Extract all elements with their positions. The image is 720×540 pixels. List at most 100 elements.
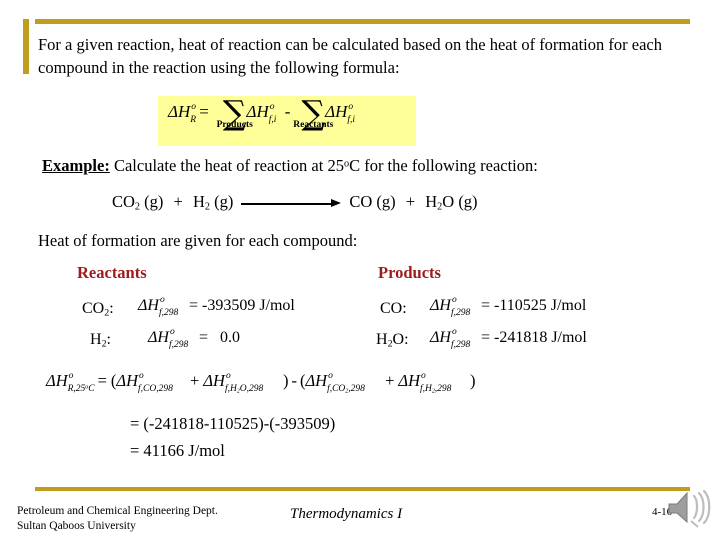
reactants-column-header: Reactants [77, 263, 147, 282]
result-line-1: = (-241818-110525)-(-393509) [130, 414, 336, 433]
result-line-2: = 41166 J/mol [130, 441, 225, 460]
product-row-2-value: ΔH o f,298 = -241818 J/mol [430, 327, 587, 350]
product-2-tail: O [442, 192, 455, 211]
derivation-t3-delta: Δ [305, 371, 316, 390]
product-row-2-colon: : [404, 331, 409, 348]
derivation-minus: - [291, 371, 297, 390]
formula-react-sub: f,i [347, 115, 356, 125]
reactant-1-state: (g) [144, 192, 164, 211]
products-column-header: Products [378, 263, 441, 282]
sigma-reactants: ∑ Reactants [293, 96, 333, 130]
product-row-2-delta: Δ [430, 329, 440, 346]
reactant-row-2-sub: f,298 [168, 340, 189, 350]
reactant-row-2-colon: : [106, 331, 111, 348]
derivation-plus-1: + [190, 371, 200, 390]
footer-department-line-2: Sultan Qaboos University [17, 519, 136, 532]
product-2-formula: H [425, 192, 438, 211]
product-row-1-label: CO: [380, 300, 407, 318]
reactant-row-1-label: CO2: [82, 300, 114, 318]
sigma-products-label: Products [216, 120, 253, 131]
derivation-lhs-sub: R,25oC [68, 384, 95, 394]
formula-prod-sub: f,i [268, 115, 277, 125]
reaction-plus-right: + [405, 192, 416, 211]
master-formula-highlight-box: ΔH o R = ∑ Products ΔH o f,i - ∑ Reactants ΔH o f,i [158, 96, 416, 146]
product-row-1-sub: f,298 [450, 308, 471, 318]
reactant-1-subscript: 2 [134, 201, 141, 213]
derivation-t2-sup: o [225, 371, 231, 381]
derivation-t4-sup: o [420, 371, 426, 381]
footer-department: Petroleum and Chemical Engineering Dept.… [17, 504, 287, 533]
intro-paragraph: For a given reaction, heat of reaction c… [38, 35, 662, 78]
product-row-1-sup: o [451, 295, 457, 305]
derivation-t2-sub: f,H2O,298 [225, 384, 263, 394]
product-row-1-number: -110525 [493, 297, 547, 314]
product-row-2-equals: = [480, 329, 490, 346]
product-row-1-H: H [439, 297, 451, 314]
sigma-reactants-label: Reactants [293, 120, 334, 131]
reactant-row-2-species: H [90, 331, 102, 348]
derivation-t1-sup: o [139, 371, 144, 381]
reactant-row-2-sup: o [169, 327, 175, 337]
product-row-1-species: CO [380, 300, 403, 317]
master-formula: ΔH o R = ∑ Products ΔH o f,i - ∑ Reactants ΔH o f,i [168, 96, 355, 130]
reactant-row-1-delta: Δ [138, 297, 148, 314]
derivation-lhs-sub-c: C [88, 384, 95, 394]
formula-react-H: H [335, 102, 348, 121]
product-2-state: (g) [458, 192, 478, 211]
formula-equals: = [199, 102, 209, 121]
product-row-2-species: H [376, 331, 388, 348]
speaker-sound-icon[interactable] [665, 488, 713, 534]
example-text-tail: C for the following reaction: [349, 156, 538, 175]
product-1-formula: CO [349, 192, 373, 211]
formula-lhs-sup: o [191, 102, 197, 112]
product-row-2-sub: f,298 [450, 340, 471, 350]
reaction-equation: CO2 (g) + H2 (g) CO (g) + H2O (g) [112, 192, 672, 213]
reactant-row-2-delta: Δ [148, 329, 158, 346]
formula-react-delta: Δ [325, 102, 336, 121]
product-row-2-units: J/mol [551, 329, 587, 346]
derivation-plus-2: + [385, 371, 395, 390]
example-line: Example: Calculate the heat of reaction … [42, 156, 682, 176]
reactant-row-1-sup: o [159, 295, 165, 305]
product-row-1-equals: = [480, 297, 490, 314]
heat-of-formation-caption: Heat of formation are given for each com… [38, 231, 358, 250]
derivation-lhs-H: H [55, 371, 68, 390]
reactant-row-1-sub: f,298 [158, 308, 179, 318]
formula-prod-H: H [256, 102, 269, 121]
reactant-row-2-number: 0.0 [219, 329, 240, 346]
derivation-t4-sub-b: ,298 [434, 384, 452, 394]
product-1-state: (g) [376, 192, 396, 211]
derivation-t3-H: H [315, 371, 328, 390]
footer-course-title: Thermodynamics I [290, 506, 403, 522]
product-row-1-units: J/mol [550, 297, 587, 314]
footer-accent-line [35, 487, 690, 491]
reactant-row-1-value: ΔH o f,298 = -393509 J/mol [138, 295, 295, 318]
derivation-equals: = [97, 371, 107, 390]
derivation-lhs-sup: o [68, 371, 74, 381]
product-row-2-species-tail: O [392, 331, 405, 348]
derivation-t1-sub: f,CO,298 [138, 384, 173, 394]
derivation-close-paren-2: ) [469, 371, 476, 390]
derivation-t2-delta: Δ [203, 371, 214, 390]
example-label: Example: [42, 156, 110, 175]
slide-canvas: For a given reaction, heat of reaction c… [0, 0, 720, 540]
derivation-t4-delta: Δ [398, 371, 409, 390]
derivation-t2-sub-b: O,298 [239, 384, 264, 394]
derivation-t4-H: H [408, 371, 420, 390]
top-accent-line [35, 19, 690, 24]
left-accent-bar [23, 19, 29, 74]
product-row-1-colon: : [402, 300, 407, 317]
formula-lhs-delta: Δ [168, 102, 178, 121]
derivation-lhs-delta: Δ [46, 371, 56, 390]
formula-prod-sup: o [269, 102, 275, 112]
reactant-row-2-equals: = [198, 329, 208, 346]
reactant-2-state: (g) [214, 192, 234, 211]
reactant-row-1-H: H [147, 297, 159, 314]
formula-react-sup: o [348, 102, 354, 112]
derivation-t3-sub-b: ,298 [348, 384, 365, 394]
example-text: Calculate the heat of reaction at 25 [113, 156, 344, 175]
reactant-2-subscript: 2 [204, 201, 210, 213]
derivation-lhs-sub-text: R,25 [67, 384, 86, 394]
derivation-t3-sub: f,CO2,298 [327, 384, 365, 394]
reactant-row-1-number: -393509 [201, 297, 256, 314]
